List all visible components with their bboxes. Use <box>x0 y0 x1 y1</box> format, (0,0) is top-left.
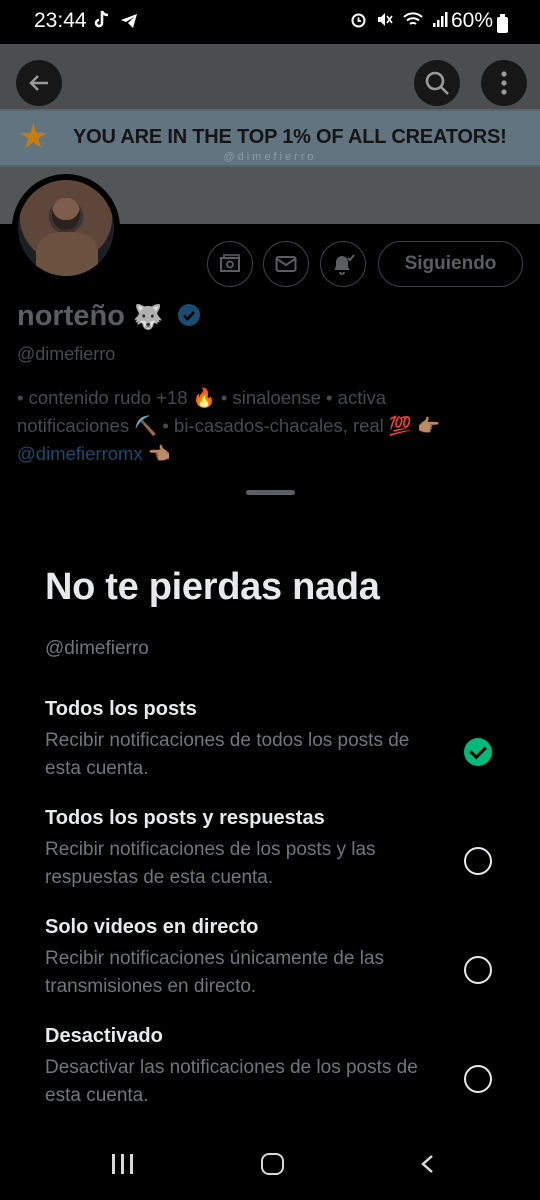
status-system-icons <box>350 11 448 33</box>
wifi-icon <box>402 12 423 25</box>
radio-unchecked[interactable] <box>464 847 492 875</box>
profile-bio: • contenido rudo +18 🔥 • sinaloense • ac… <box>17 384 527 468</box>
recent-apps-icon[interactable] <box>112 1154 134 1174</box>
option-live-videos[interactable]: Solo videos en directo Recibir notificac… <box>45 914 515 1001</box>
avatar-photo <box>18 180 114 276</box>
avatar[interactable] <box>12 174 120 282</box>
banner-watermark: @dimefierro <box>223 151 317 163</box>
battery-icon <box>497 14 508 33</box>
home-icon[interactable] <box>261 1153 284 1175</box>
bell-check-icon <box>334 254 355 275</box>
bio-line: • contenido rudo +18 🔥 • sinaloense • ac… <box>17 387 387 408</box>
status-app-icons <box>93 10 138 35</box>
back-arrow-icon <box>29 75 48 91</box>
status-time: 23:44 <box>34 9 87 32</box>
more-vertical-icon <box>501 71 507 95</box>
radio-checked[interactable] <box>464 738 492 766</box>
option-title: Todos los posts y respuestas <box>45 807 325 829</box>
option-posts-and-replies[interactable]: Todos los posts y respuestas Recibir not… <box>45 805 515 892</box>
status-bar: 23:44 60% <box>0 0 540 44</box>
option-description: Desactivar las notificaciones de los pos… <box>45 1057 418 1106</box>
verified-icon <box>177 304 200 327</box>
tiktok-icon <box>94 10 109 28</box>
bio-line: notificaciones ⛏️ • bi-casados-chacales,… <box>17 415 441 436</box>
option-title: Desactivado <box>45 1025 163 1047</box>
banner-strip: ★ YOU ARE IN THE TOP 1% OF ALL CREATORS!… <box>0 109 540 167</box>
message-button[interactable] <box>263 241 309 287</box>
battery-percent: 60% <box>450 9 493 32</box>
wolf-emoji: 🐺 <box>133 304 163 331</box>
profile-header: ★ YOU ARE IN THE TOP 1% OF ALL CREATORS!… <box>0 44 540 504</box>
bio-link-emoji: 👈🏽 <box>147 443 171 464</box>
profile-handle: @dimefierro <box>17 344 116 364</box>
alarm-icon <box>351 13 366 28</box>
option-description: Recibir notificaciones de todos los post… <box>45 730 410 779</box>
mute-icon <box>378 13 393 26</box>
mail-icon <box>275 256 297 272</box>
radio-unchecked[interactable] <box>464 956 492 984</box>
option-description: Recibir notificaciones únicamente de las… <box>45 948 385 997</box>
system-nav-bar <box>0 1128 540 1200</box>
more-button[interactable] <box>481 60 527 106</box>
money-icon <box>220 254 240 272</box>
option-title: Solo videos en directo <box>45 916 259 938</box>
profile-name: norteño 🐺 <box>17 300 201 333</box>
profile-name-text: norteño <box>17 300 125 332</box>
option-title: Todos los posts <box>45 698 197 720</box>
radio-unchecked[interactable] <box>464 1065 492 1093</box>
signal-icon <box>433 12 448 27</box>
notification-settings-sheet: No te pierdas nada @dimefierro Todos los… <box>0 478 540 1200</box>
back-button[interactable] <box>16 60 62 106</box>
sheet-grabber[interactable] <box>246 490 295 495</box>
option-all-posts[interactable]: Todos los posts Recibir notificaciones d… <box>45 696 515 783</box>
subscribe-button[interactable] <box>207 241 253 287</box>
bio-link[interactable]: @dimefierromx <box>17 443 143 464</box>
banner-text: YOU ARE IN THE TOP 1% OF ALL CREATORS! <box>73 126 507 148</box>
notifications-button[interactable] <box>320 241 366 287</box>
following-button[interactable]: Siguiendo <box>378 241 523 287</box>
sheet-handle: @dimefierro <box>45 638 149 659</box>
option-description: Recibir notificaciones de los posts y la… <box>45 839 376 888</box>
back-chevron-icon[interactable] <box>420 1154 434 1174</box>
search-button[interactable] <box>414 60 460 106</box>
telegram-icon <box>121 14 138 28</box>
bio-line: @dimefierromx 👈🏽 <box>17 440 527 468</box>
option-off[interactable]: Desactivado Desactivar las notificacione… <box>45 1023 515 1110</box>
search-icon <box>425 71 449 95</box>
sheet-title: No te pierdas nada <box>45 566 380 608</box>
